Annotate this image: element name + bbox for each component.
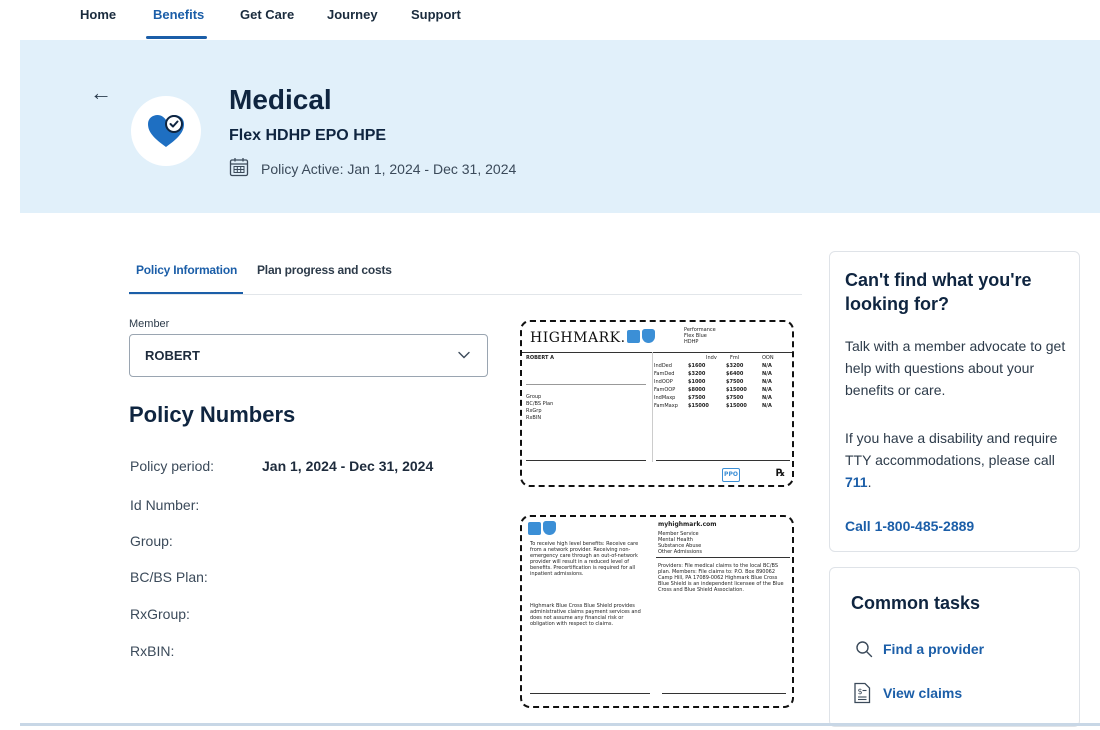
member-select-value: ROBERT	[145, 348, 200, 363]
card-claims-text: Providers: File medical claims to the lo…	[658, 563, 784, 593]
view-claims-link[interactable]: View claims	[883, 685, 962, 701]
card-disclaimer-text: Highmark Blue Cross Blue Shield provides…	[530, 603, 641, 627]
svg-text:$: $	[858, 687, 863, 696]
card-label: Group	[526, 394, 542, 400]
bcbs-plan-label: BC/BS Plan:	[130, 569, 208, 585]
cost-row-value: $6400	[726, 371, 744, 377]
blue-cross-icon	[528, 522, 541, 535]
cost-row-value: $3200	[688, 371, 706, 377]
page-bottom-divider	[20, 723, 1100, 726]
cost-header: Fml	[730, 355, 740, 361]
policy-period-value: Jan 1, 2024 - Dec 31, 2024	[262, 458, 434, 474]
nav-get-care[interactable]: Get Care	[240, 7, 294, 22]
card-label: BC/BS Plan	[526, 401, 554, 407]
cost-row-value: $7500	[726, 379, 744, 385]
cost-row-label: IndOOP	[654, 379, 673, 385]
back-arrow-icon[interactable]: ←	[90, 82, 112, 104]
cost-row-label: FamDed	[654, 371, 675, 377]
tab-policy-information[interactable]: Policy Information	[136, 263, 237, 277]
tab-plan-progress[interactable]: Plan progress and costs	[257, 263, 392, 277]
id-number-label: Id Number:	[130, 497, 200, 513]
cost-row-value: $1000	[688, 379, 706, 385]
plan-name: Flex HDHP EPO HPE	[229, 127, 387, 144]
policy-period-label: Policy period:	[130, 458, 215, 474]
plan-avatar	[131, 96, 201, 166]
group-label: Group:	[130, 533, 173, 549]
cost-row-label: IndMaxp	[654, 395, 676, 401]
search-icon	[856, 641, 873, 658]
nav-home[interactable]: Home	[80, 7, 116, 22]
cost-header: Indv	[706, 355, 717, 361]
nav-support[interactable]: Support	[411, 7, 461, 22]
cost-row-value: N/A	[762, 371, 772, 377]
rxgroup-label: RxGroup:	[130, 606, 190, 622]
page-title: Medical	[229, 84, 332, 115]
help-title: Can't find what you're looking for?	[845, 270, 1032, 314]
top-nav: Home Benefits Get Care Journey Support	[0, 0, 1100, 40]
nav-active-indicator	[146, 36, 207, 39]
find-provider-link[interactable]: Find a provider	[883, 641, 984, 657]
heart-check-icon	[148, 115, 184, 147]
cost-row-value: $8000	[688, 387, 706, 393]
policy-numbers-heading: Policy Numbers	[129, 402, 296, 427]
blue-shield-icon	[543, 521, 556, 535]
card-service-line: Other Admissions	[658, 549, 702, 555]
card-benefits-text: To receive high level benefits: Receive …	[530, 541, 639, 577]
card-label: RxGrp	[526, 408, 542, 414]
card-plan-line: HDHP	[684, 339, 699, 345]
chevron-down-icon	[458, 351, 470, 359]
insurance-card-back: myhighmark.com Member Service Mental Hea…	[520, 515, 794, 708]
cost-row-value: N/A	[762, 379, 772, 385]
calendar-icon	[229, 158, 249, 177]
rxbin-label: RxBIN:	[130, 643, 175, 659]
cost-row-value: N/A	[762, 363, 772, 369]
help-text: Talk with a member advocate to get help …	[845, 338, 1066, 398]
call-phone-link[interactable]: Call 1-800-485-2889	[845, 515, 1070, 537]
insurance-card-front: HIGHMARK. Performance Flex Blue HDHP ROB…	[520, 320, 794, 487]
rx-icon: ℞	[776, 468, 785, 479]
common-tasks-title: Common tasks	[851, 593, 981, 613]
tty-message: If you have a disability and require TTY…	[845, 430, 1058, 468]
cost-row-value: $3200	[726, 363, 744, 369]
tty-text: If you have a disability and require TTY…	[845, 427, 1070, 493]
tty-number-link[interactable]: 711	[845, 474, 868, 490]
highmark-logo: HIGHMARK.	[530, 330, 626, 346]
tab-divider	[129, 294, 802, 295]
cost-row-value: $15000	[726, 403, 747, 409]
cost-header: OON	[762, 355, 774, 361]
member-select[interactable]: ROBERT	[129, 334, 488, 377]
member-label: Member	[129, 318, 170, 330]
claims-icon: $	[854, 682, 871, 704]
blue-shield-icon	[642, 329, 655, 343]
cost-row-value: $15000	[726, 387, 747, 393]
cost-row-value: N/A	[762, 395, 772, 401]
blue-cross-icon	[627, 330, 640, 343]
nav-journey[interactable]: Journey	[327, 7, 378, 22]
cost-row-value: $7500	[726, 395, 744, 401]
cost-row-value: $7500	[688, 395, 706, 401]
cost-row-value: N/A	[762, 403, 772, 409]
card-website: myhighmark.com	[658, 521, 717, 528]
cost-row-label: FamOOP	[654, 387, 676, 393]
tty-suffix: .	[867, 474, 872, 490]
ppo-badge: PPO	[722, 468, 740, 482]
card-label: RxBIN	[526, 415, 542, 421]
card-member-name: ROBERT A	[526, 355, 554, 361]
cost-row-label: FamMaxp	[654, 403, 678, 409]
cost-row-value: N/A	[762, 387, 772, 393]
policy-active-dates: Policy Active: Jan 1, 2024 - Dec 31, 202…	[261, 161, 517, 177]
cost-row-value: $15000	[688, 403, 709, 409]
nav-benefits[interactable]: Benefits	[153, 7, 204, 22]
cost-row-value: $1600	[688, 363, 706, 369]
cost-row-label: IndDed	[654, 363, 672, 369]
